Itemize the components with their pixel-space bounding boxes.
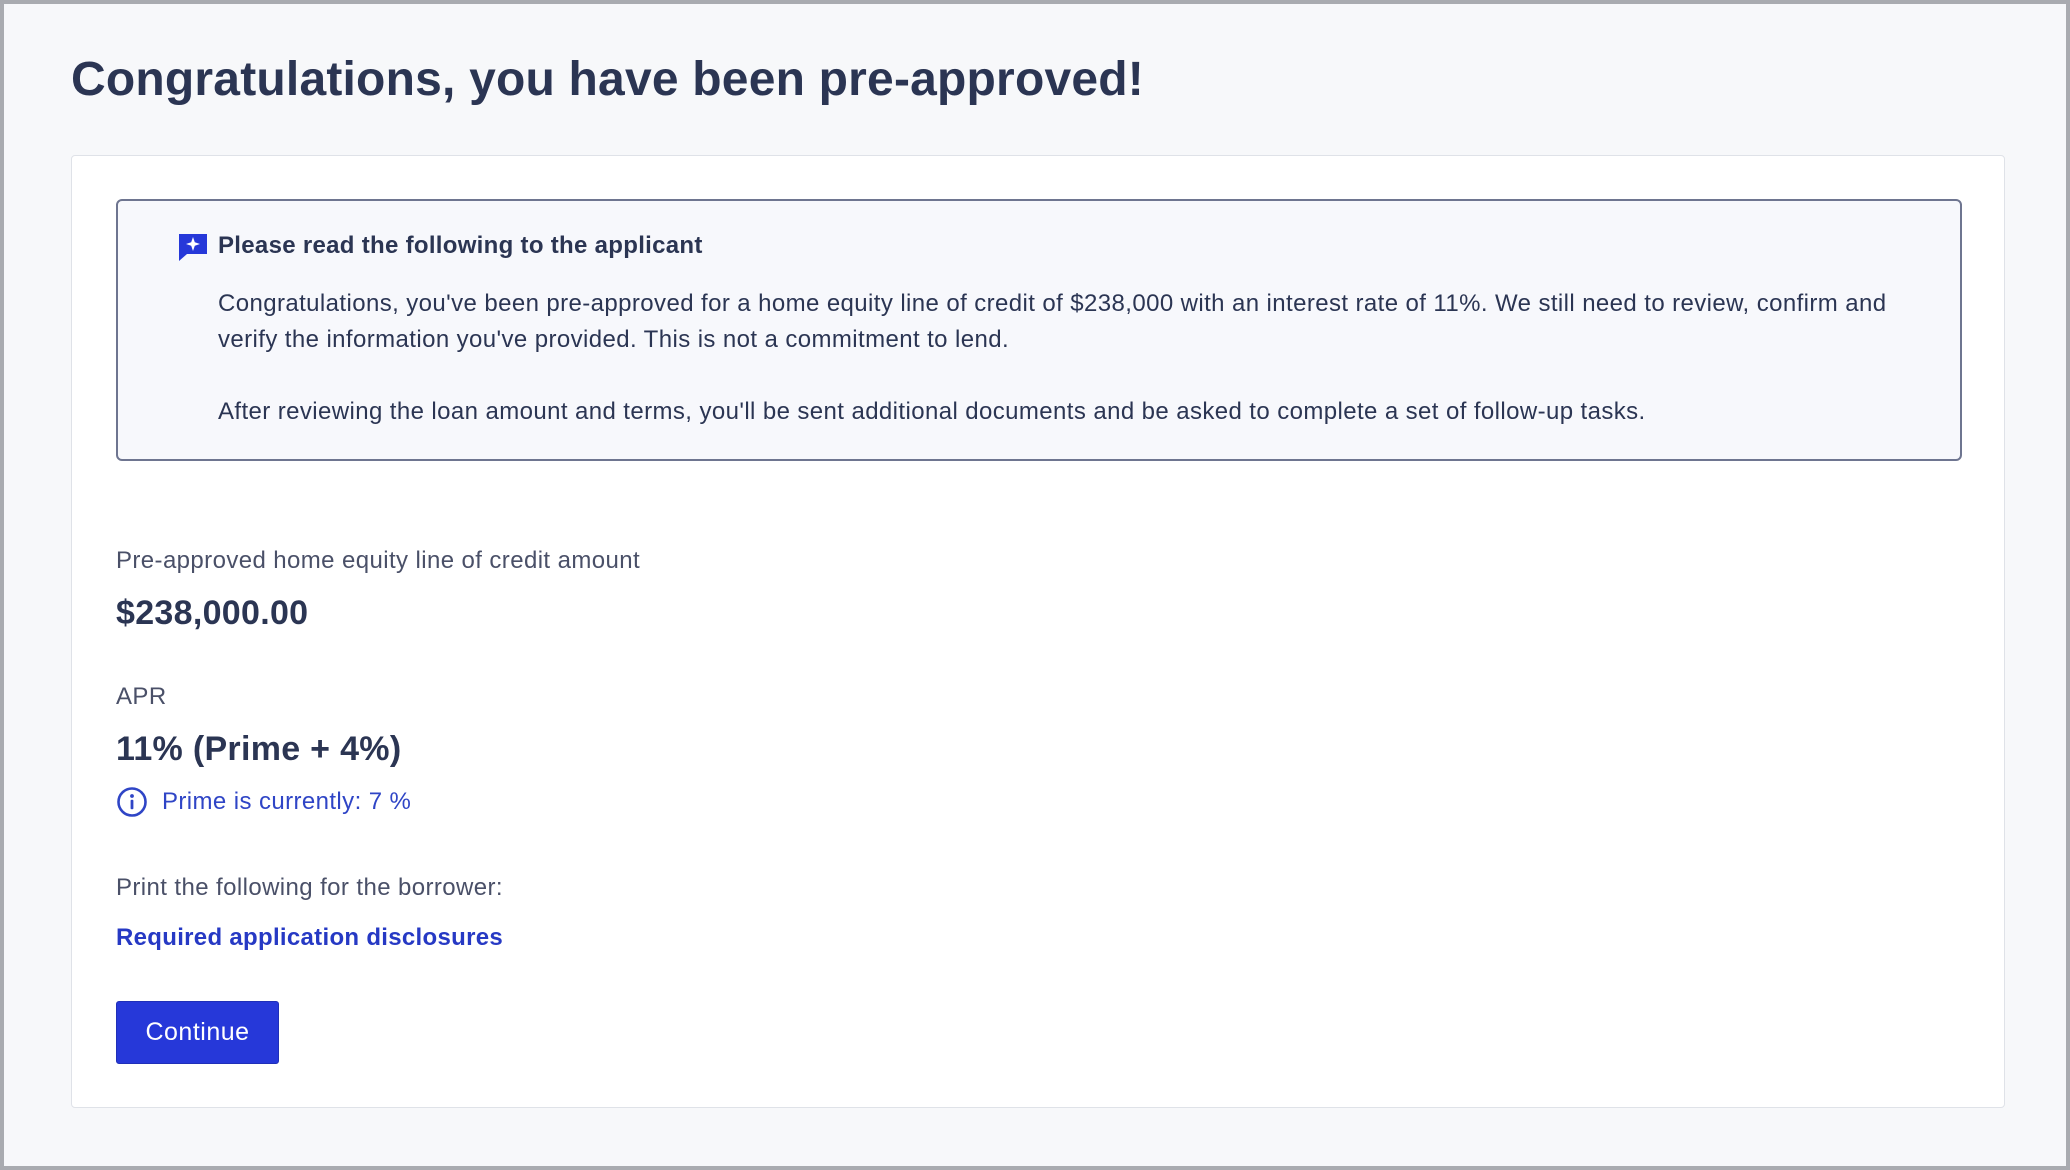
prime-rate-text: Prime is currently: 7 %	[162, 788, 412, 815]
script-heading: Please read the following to the applica…	[218, 232, 703, 259]
continue-button[interactable]: Continue	[116, 1001, 279, 1064]
required-disclosures-link[interactable]: Required application disclosures	[116, 924, 503, 952]
read-to-applicant-box: Please read the following to the applica…	[116, 199, 1962, 461]
prime-rate-note: Prime is currently: 7 %	[116, 786, 411, 818]
amount-label: Pre-approved home equity line of credit …	[116, 547, 641, 574]
script-paragraph-2: After reviewing the loan amount and term…	[218, 398, 1646, 425]
amount-value: $238,000.00	[116, 594, 309, 632]
page-title: Congratulations, you have been pre-appro…	[71, 53, 1144, 106]
apr-value: 11% (Prime + 4%)	[116, 730, 402, 768]
info-circle-icon	[116, 786, 148, 818]
app-window: Congratulations, you have been pre-appro…	[0, 0, 2070, 1170]
chat-sparkle-icon	[177, 231, 209, 263]
script-paragraph-1: Congratulations, you've been pre-approve…	[218, 290, 1887, 353]
apr-label: APR	[116, 683, 167, 710]
preapproval-card: Please read the following to the applica…	[71, 155, 2005, 1108]
print-label: Print the following for the borrower:	[116, 874, 503, 901]
